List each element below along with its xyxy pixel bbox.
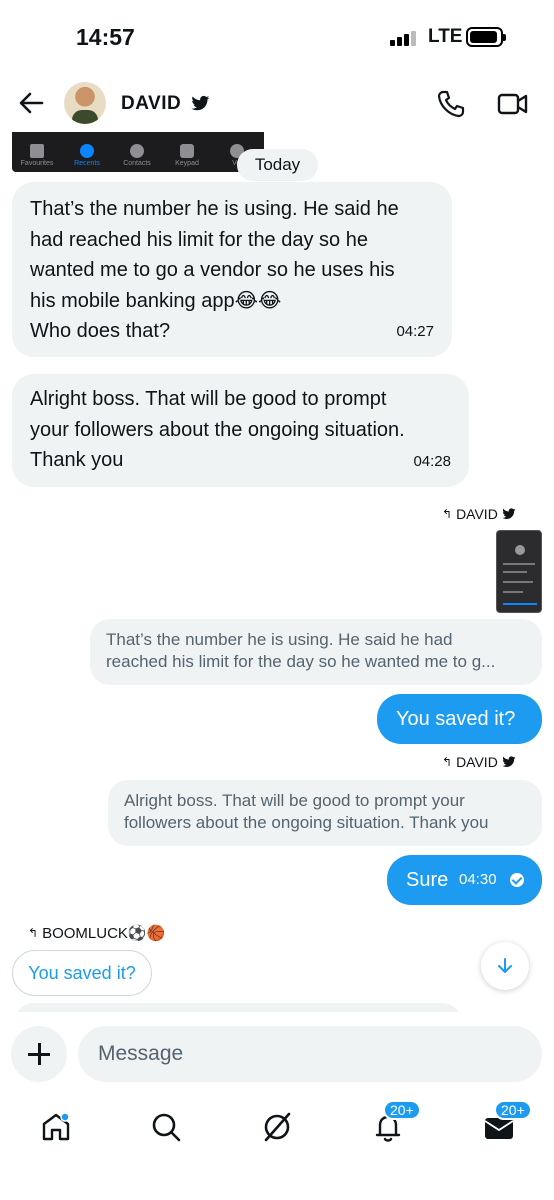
- incoming-message[interactable]: Alright boss. That will be good to promp…: [12, 374, 469, 487]
- home-icon[interactable]: [39, 1110, 73, 1144]
- twitter-bird-icon: [502, 756, 516, 767]
- contact-name[interactable]: DAVID: [121, 93, 181, 115]
- search-icon[interactable]: [149, 1110, 183, 1144]
- suggested-reply-button[interactable]: You saved it?: [12, 950, 152, 996]
- network-label: LTE: [428, 26, 463, 47]
- message-time: 04:27: [396, 322, 434, 340]
- strip-tab: Keypad: [162, 144, 212, 167]
- status-bar: 14:57 LTE: [0, 0, 554, 76]
- twitter-bird-icon: [191, 95, 210, 111]
- bottom-nav: 20+ 20+: [0, 1096, 554, 1200]
- conversation-header: DAVID: [0, 76, 554, 134]
- messages-badge: 20+: [494, 1100, 532, 1120]
- messages-tab[interactable]: 20+: [482, 1100, 532, 1144]
- add-attachment-button[interactable]: [11, 1026, 67, 1082]
- message-time: 04:28: [413, 452, 451, 470]
- incoming-message[interactable]: That’s the number he is using. He said h…: [12, 182, 452, 357]
- battery-icon: [466, 27, 506, 47]
- quoted-line: reached his limit for the day so he want…: [106, 652, 496, 671]
- reply-arrow-icon: ↰: [28, 926, 39, 940]
- status-time: 14:57: [76, 24, 135, 50]
- quoted-message[interactable]: That’s the number he is using. He said h…: [90, 619, 542, 685]
- notifications-tab[interactable]: 20+: [371, 1100, 421, 1144]
- reply-label: ↰ DAVID: [442, 506, 516, 522]
- twitter-bird-icon: [502, 508, 516, 519]
- message-time: 04:30: [459, 871, 497, 888]
- quoted-message[interactable]: Alright boss. That will be good to promp…: [108, 780, 542, 846]
- message-line: That’s the number he is using. He said h…: [30, 198, 399, 220]
- strip-tab: Favourites: [12, 144, 62, 167]
- quoted-line: That’s the number he is using. He said h…: [106, 630, 453, 649]
- signal-icon: [390, 30, 418, 46]
- message-line: your followers about the ongoing situati…: [30, 418, 405, 441]
- read-check-icon: [510, 873, 524, 887]
- quoted-image-thumbnail[interactable]: [496, 530, 542, 613]
- message-input[interactable]: [78, 1026, 542, 1082]
- strip-tab: Recents: [62, 144, 112, 167]
- reply-label: ↰ BOOMLUCK⚽️🏀: [28, 925, 166, 942]
- shared-image-strip[interactable]: Favourites Recents Contacts Keypad Voi: [12, 132, 264, 172]
- quoted-line: Alright boss. That will be good to promp…: [124, 791, 465, 810]
- quoted-line: followers about the ongoing situation. T…: [124, 813, 489, 832]
- message-line: Thank you: [30, 449, 124, 471]
- message-line: had reached his limit for the day so he: [30, 228, 368, 251]
- phone-call-icon[interactable]: [436, 89, 466, 119]
- avatar[interactable]: [64, 82, 106, 124]
- message-line: Alright boss. That will be good to promp…: [30, 388, 387, 410]
- back-arrow-icon[interactable]: [16, 88, 46, 118]
- message-line: Who does that?: [30, 320, 171, 342]
- message-line: his mobile banking app😂😂: [30, 289, 282, 312]
- notifications-badge: 20+: [383, 1100, 421, 1120]
- message-line: wanted me to go a vendor so he uses his: [30, 259, 395, 281]
- date-separator: Today: [237, 149, 318, 181]
- outgoing-message[interactable]: You saved it?: [377, 694, 542, 744]
- arrow-down-icon: [498, 958, 512, 973]
- outgoing-message[interactable]: Sure 04:30: [387, 855, 542, 905]
- video-call-icon[interactable]: [497, 91, 529, 117]
- reply-arrow-icon: ↰: [442, 507, 453, 521]
- strip-tab: Contacts: [112, 144, 162, 167]
- scroll-to-bottom-button[interactable]: [481, 942, 529, 990]
- reply-label: ↰ DAVID: [442, 754, 516, 770]
- reply-arrow-icon: ↰: [442, 755, 453, 769]
- grok-icon[interactable]: [260, 1110, 294, 1144]
